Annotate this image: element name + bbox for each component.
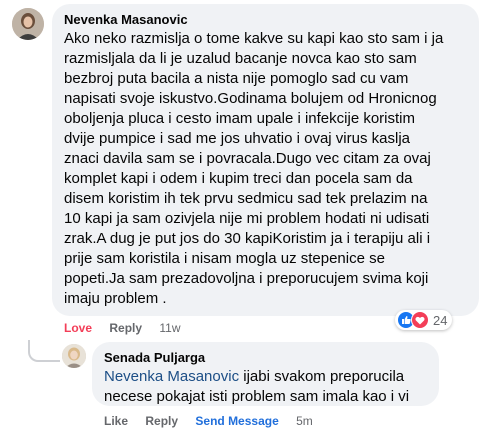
profile-photo-icon xyxy=(12,8,44,40)
send-message-button[interactable]: Send Message xyxy=(195,414,278,428)
reply-actions: Like Reply Send Message 5m xyxy=(104,414,327,428)
reply-button[interactable]: Reply xyxy=(109,321,142,335)
reply-author[interactable]: Senada Puljarga xyxy=(104,350,427,365)
reply-timestamp[interactable]: 5m xyxy=(296,414,313,428)
reply-bubble: Senada Puljarga Nevenka Masanovic ijabi … xyxy=(92,342,439,406)
love-icon xyxy=(411,311,429,329)
comment-timestamp[interactable]: 11w xyxy=(159,321,180,335)
comment-text: Ako neko razmislja o tome kakve su kapi … xyxy=(64,30,444,307)
reaction-count: 24 xyxy=(433,312,448,328)
mention-link[interactable]: Nevenka Masanovic xyxy=(104,368,239,385)
comment-author[interactable]: Nevenka Masanovic xyxy=(64,12,467,27)
like-button[interactable]: Like xyxy=(104,414,128,428)
reply-avatar[interactable] xyxy=(62,344,86,368)
reply-text: Nevenka Masanovic ijabi svakom preporuci… xyxy=(104,367,427,407)
reply-reply-button[interactable]: Reply xyxy=(145,414,178,428)
profile-photo-icon xyxy=(62,344,86,368)
love-button[interactable]: Love xyxy=(64,321,92,335)
reactions-badge[interactable]: 24 xyxy=(395,310,453,330)
comment-bubble: Nevenka Masanovic Ako neko razmislja o t… xyxy=(52,4,479,316)
comment-actions: Love Reply 11w xyxy=(64,321,195,335)
avatar[interactable] xyxy=(12,8,44,40)
thread-connector xyxy=(28,340,60,362)
